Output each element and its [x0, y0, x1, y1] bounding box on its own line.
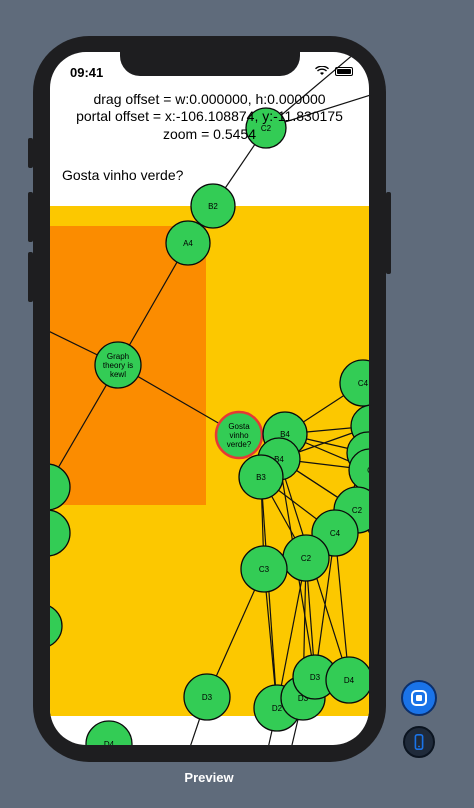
node-label: D3 — [202, 693, 213, 702]
graph-node[interactable]: C4 — [339, 359, 369, 407]
graph-node[interactable]: 2 — [50, 463, 71, 511]
node-label: D4 — [104, 740, 115, 745]
live-preview-button[interactable] — [401, 680, 437, 716]
status-icons — [315, 66, 353, 76]
portal-offset-text: portal offset = x:-106.108874, y:-11.830… — [76, 108, 343, 124]
node-label: C — [367, 466, 369, 475]
graph-network[interactable]: C2B2A4Graphtheory iskewlGostavinhoverde?… — [50, 52, 369, 745]
graph-node[interactable]: C3 — [240, 545, 288, 593]
graph-node[interactable]: D4 — [85, 720, 133, 745]
graph-node[interactable]: D4 — [325, 656, 369, 704]
node-label: Graph — [107, 352, 129, 361]
graph-node[interactable]: Graphtheory iskewl — [94, 341, 142, 389]
status-time: 09:41 — [70, 65, 104, 80]
node-label: B3 — [256, 473, 266, 482]
node-label: kewl — [110, 370, 126, 379]
node-label: Gosta — [228, 422, 250, 431]
wifi-icon — [315, 66, 329, 75]
node-label: theory is — [103, 361, 133, 370]
edges-layer — [50, 52, 369, 745]
phone-screen: 09:41 C2 B2 A4 Graph theory is kewl Gosta vinho… — [50, 52, 369, 745]
drag-offset-text: drag offset = w:0.000000, h:0.000000 — [93, 91, 326, 107]
node-circle[interactable] — [50, 604, 63, 648]
graph-node[interactable]: 4 — [50, 509, 71, 557]
question-text: Gosta vinho verde? — [62, 167, 184, 183]
node-label: verde? — [227, 440, 252, 449]
notch — [120, 52, 300, 76]
device-settings-button[interactable] — [403, 726, 435, 758]
graph-node[interactable]: Gostavinhoverde? — [214, 410, 264, 460]
node-label: C4 — [358, 379, 369, 388]
node-label: A4 — [183, 239, 193, 248]
node-label: vinho — [229, 431, 249, 440]
node-label: C4 — [330, 529, 341, 538]
graph-node[interactable]: B3 — [238, 454, 284, 500]
graph-node[interactable]: D3 — [183, 673, 231, 721]
power-button — [386, 192, 391, 274]
node-circle[interactable] — [50, 463, 71, 511]
live-preview-icon — [411, 690, 427, 706]
graph-node[interactable] — [50, 604, 63, 648]
node-label: D4 — [344, 676, 355, 685]
graph-node[interactable]: B2 — [190, 183, 236, 229]
node-label: B2 — [208, 202, 218, 211]
zoom-text: zoom = 0.5454 — [162, 126, 256, 142]
node-label: D2 — [272, 704, 283, 713]
node-label: C2 — [352, 506, 363, 515]
battery-icon — [335, 66, 353, 76]
node-circle[interactable] — [50, 509, 71, 557]
node-label: C2 — [301, 554, 312, 563]
preview-label: Preview — [184, 770, 234, 785]
phone-device-icon — [414, 733, 424, 751]
graph-node[interactable]: A4 — [165, 220, 211, 266]
graph-node[interactable]: C2 — [282, 534, 330, 582]
node-label: C3 — [259, 565, 270, 574]
node-label: D3 — [310, 673, 321, 682]
nodes-layer: C2B2A4Graphtheory iskewlGostavinhoverde?… — [50, 107, 369, 745]
